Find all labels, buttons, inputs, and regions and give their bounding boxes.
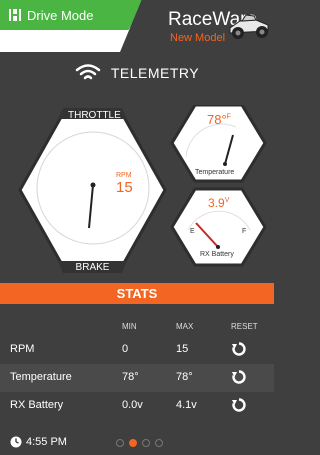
reset-icon[interactable] [231,341,247,357]
stat-max: 15 [176,343,189,355]
telemetry-title: TELEMETRY [110,65,200,81]
clock-time: 4:55 PM [26,436,67,448]
drive-mode-icon [9,9,21,21]
table-row: RX Battery 0.0v 4.1v [0,392,274,420]
rpm-value: 15 [116,179,133,196]
battery-value: 3.9V [208,196,230,210]
drive-mode-label: Drive Mode [27,7,94,23]
page-indicator [116,439,168,447]
stats-title: STATS [116,286,158,301]
wifi-icon [75,64,101,80]
column-reset: RESET [231,322,258,331]
throttle-needle-pivot [90,182,96,188]
footer: 4:55 PM [0,430,274,455]
stat-max: 78° [176,371,193,383]
temperature-needle-pivot [223,162,227,166]
column-max: MAX [176,322,194,331]
temperature-label: Temperature [195,169,235,176]
page-dot-active[interactable] [129,439,137,447]
top-bar: Drive Mode RaceWare New Model [0,0,274,52]
clock: 4:55 PM [10,436,67,448]
brake-label: BRAKE [75,262,110,273]
stats-header: STATS [0,283,274,304]
stat-min: 0.0v [122,399,143,411]
telemetry-header: TELEMETRY [0,64,274,82]
battery-full-mark: F [242,228,247,235]
model-name[interactable]: New Model [170,32,225,44]
page-dot[interactable] [155,439,163,447]
table-row: Temperature 78° 78° [0,364,274,392]
page-dot[interactable] [116,439,124,447]
clock-icon [10,436,22,448]
battery-empty-mark: E [190,228,195,235]
drive-mode-tab[interactable]: Drive Mode [0,0,146,30]
gauge-panel [18,105,267,273]
page-dot[interactable] [142,439,150,447]
stat-name: RX Battery [10,399,64,411]
stat-name: RPM [10,343,35,355]
temperature-value: 78°F [207,112,231,127]
rpm-unit-label: RPM [116,172,132,179]
reset-icon[interactable] [231,397,247,413]
reset-icon[interactable] [231,369,247,385]
rc-car-icon [229,14,269,39]
throttle-label: THROTTLE [68,110,121,121]
battery-needle-pivot [216,245,220,249]
stat-min: 78° [122,371,139,383]
stat-max: 4.1v [176,399,197,411]
battery-label: RX Battery [200,251,234,258]
table-row: RPM 0 15 [0,336,274,364]
stat-name: Temperature [10,371,72,383]
column-min: MIN [122,322,137,331]
stat-min: 0 [122,343,129,355]
